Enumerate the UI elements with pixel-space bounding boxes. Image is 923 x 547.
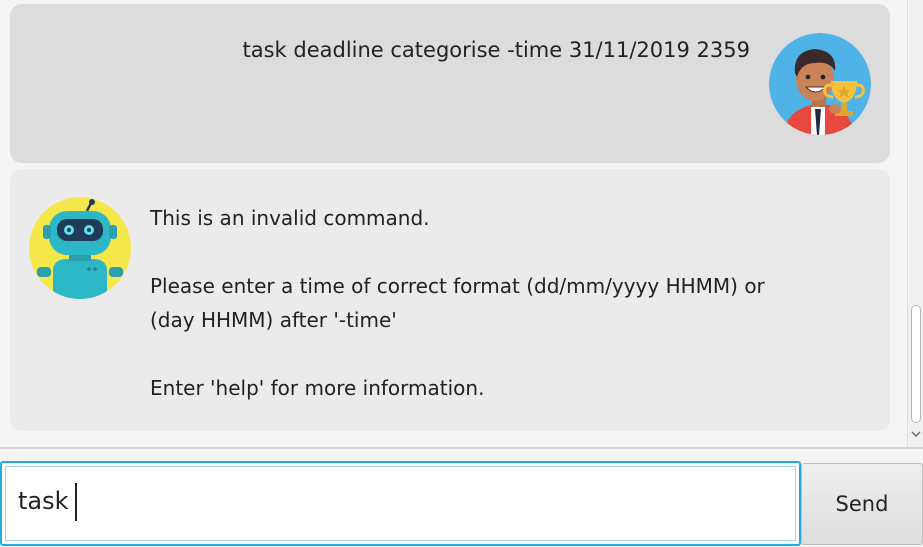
bot-message-line: Please enter a time of correct format (d… <box>150 274 765 298</box>
robot-avatar-icon <box>29 197 131 299</box>
divider <box>0 447 923 449</box>
bot-message-line: Enter 'help' for more information. <box>150 376 485 400</box>
chevron-down-icon[interactable] <box>908 430 923 441</box>
bot-message-text: This is an invalid command. Please enter… <box>150 201 850 405</box>
input-focus-ring <box>5 466 796 541</box>
bot-message-line: This is an invalid command. <box>150 206 430 230</box>
user-message-bubble: task deadline categorise -time 31/11/201… <box>10 4 890 163</box>
user-avatar-icon <box>769 33 871 135</box>
user-message-text: task deadline categorise -time 31/11/201… <box>242 38 750 62</box>
text-caret <box>75 483 77 521</box>
message-input[interactable]: task <box>0 461 801 546</box>
bot-message-bubble: This is an invalid command. Please enter… <box>10 169 890 431</box>
message-input-value: task <box>18 487 69 515</box>
send-button[interactable]: Send <box>801 463 923 545</box>
chat-area: task deadline categorise -time 31/11/201… <box>0 0 907 447</box>
chat-scrollbar[interactable] <box>907 0 923 447</box>
scrollbar-thumb[interactable] <box>911 305 921 423</box>
bot-message-line: (day HHMM) after '-time' <box>150 308 397 332</box>
